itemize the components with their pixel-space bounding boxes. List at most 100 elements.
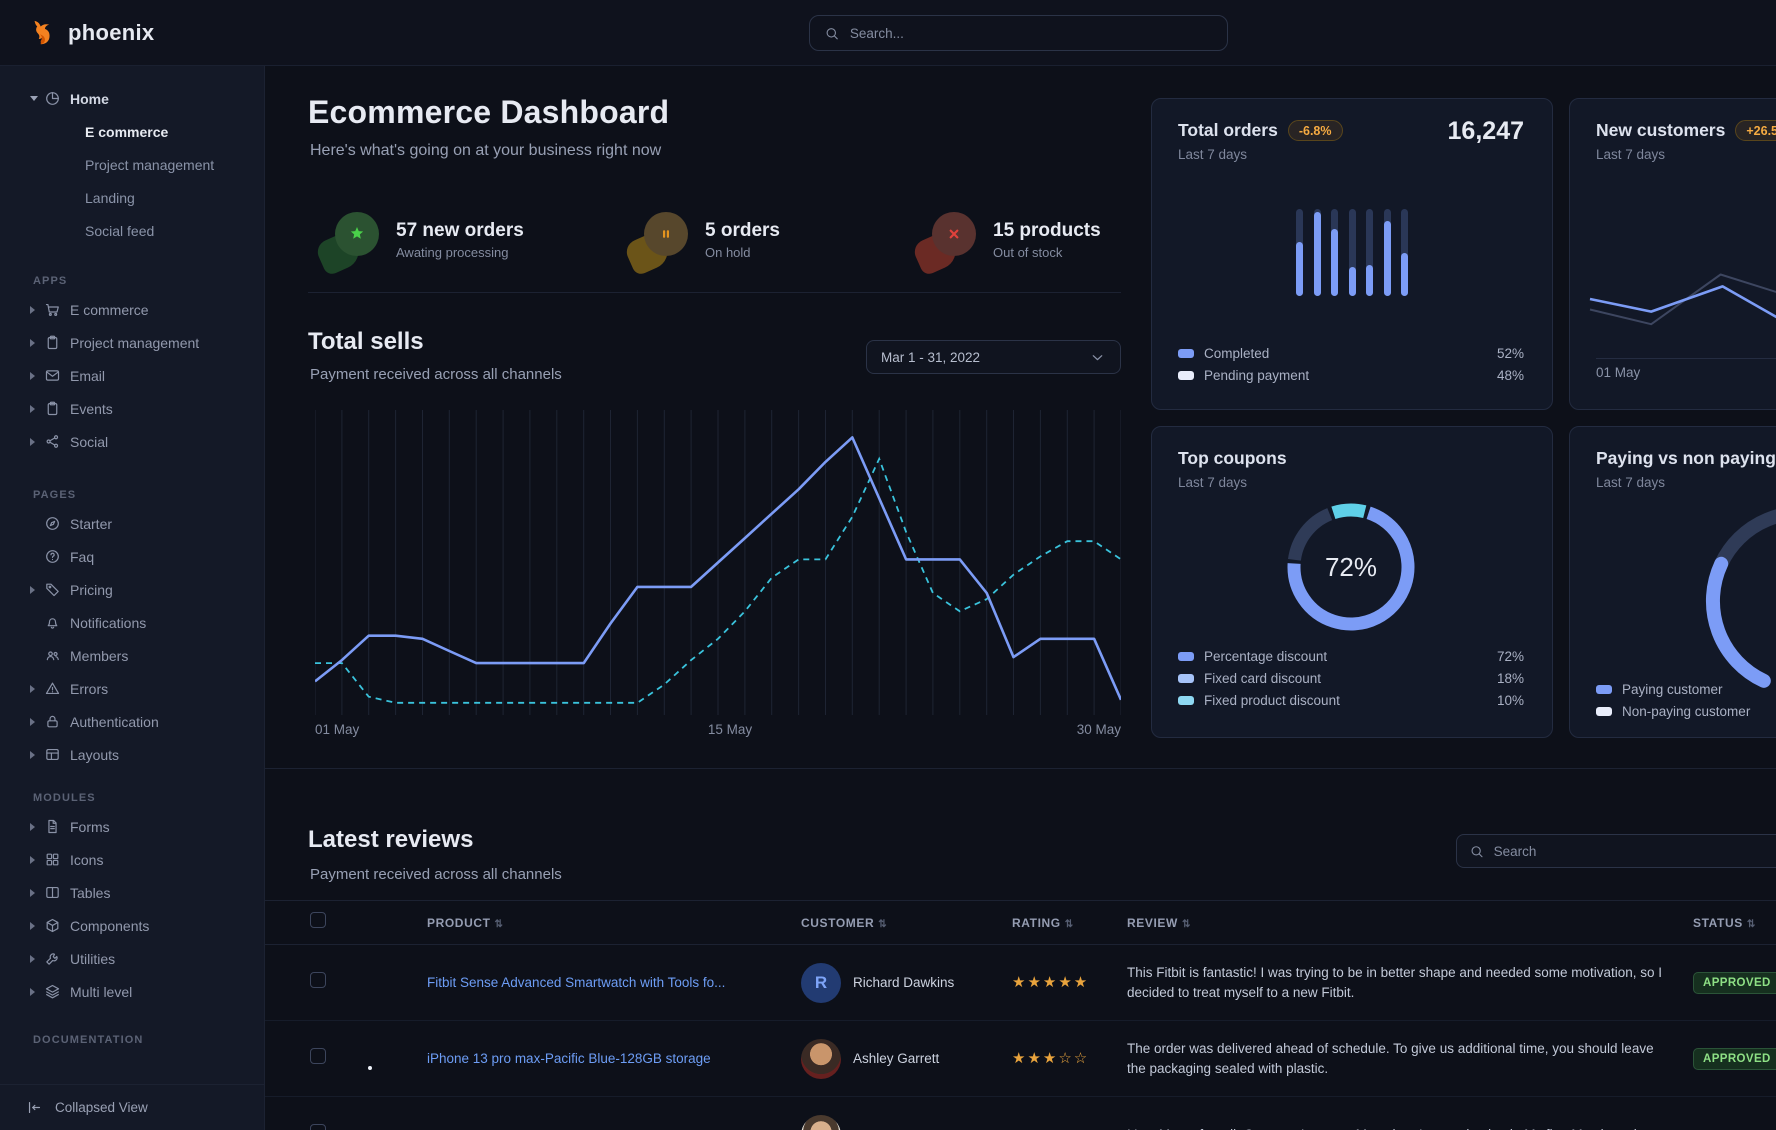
brand-logo[interactable]: phoenix <box>28 18 154 48</box>
avatar <box>801 1115 841 1130</box>
sidebar-item-multi-level[interactable]: Multi level <box>0 975 264 1008</box>
pie-icon <box>44 90 61 107</box>
top-coupons-card: Top coupons Last 7 days 72% Percentage d… <box>1151 426 1553 738</box>
total-orders-card: Total orders -6.8% Last 7 days 16,247 Co… <box>1151 98 1553 410</box>
row-checkbox[interactable] <box>310 972 326 988</box>
legend-row: Percentage discount 72% <box>1178 645 1524 667</box>
legend-swatch <box>1178 696 1194 705</box>
orders-bar-chart <box>1152 209 1552 296</box>
legend-value: 48% <box>1497 368 1524 383</box>
sidebar-item-tables[interactable]: Tables <box>0 876 264 909</box>
sidebar-item-utilities[interactable]: Utilities <box>0 942 264 975</box>
date-range-select[interactable]: Mar 1 - 31, 2022 <box>866 340 1121 374</box>
collapsed-view-toggle[interactable]: Collapsed View <box>0 1084 264 1130</box>
sidebar-subitem-landing[interactable]: Landing <box>0 181 264 214</box>
legend-swatch <box>1178 349 1194 358</box>
column-header-customer[interactable]: CUSTOMER⇅ <box>801 916 1012 930</box>
reviews-search-input[interactable] <box>1494 844 1773 859</box>
global-search <box>809 15 1228 51</box>
star-icon <box>347 224 367 244</box>
reviews-table: PRODUCT⇅CUSTOMER⇅RATING⇅REVIEW⇅STATUS⇅ F… <box>265 900 1776 1130</box>
sidebar-item-pricing[interactable]: Pricing <box>0 573 264 606</box>
caret-right-icon <box>30 856 44 864</box>
select-all-checkbox[interactable] <box>310 912 326 928</box>
file-icon <box>44 818 61 835</box>
sidebar-item-home[interactable]: Home <box>0 82 264 115</box>
stat-value: 5 orders <box>705 220 780 242</box>
legend-value: 72% <box>1497 649 1524 664</box>
global-search-input[interactable] <box>850 26 1213 41</box>
sidebar-item-layouts[interactable]: Layouts <box>0 738 264 771</box>
sidebar-item-faq[interactable]: Faq <box>0 540 264 573</box>
sidebar-item-errors[interactable]: Errors <box>0 672 264 705</box>
current-line <box>1590 286 1776 327</box>
column-header-product[interactable]: PRODUCT⇅ <box>427 916 801 930</box>
sidebar-subitem-social-feed[interactable]: Social feed <box>0 214 264 247</box>
reviews-search <box>1456 834 1776 868</box>
sidebar-item-forms[interactable]: Forms <box>0 810 264 843</box>
sidebar-item-events[interactable]: Events <box>0 392 264 425</box>
avatar <box>801 1039 841 1079</box>
legend-swatch <box>1178 371 1194 380</box>
clipboard-icon <box>44 334 61 351</box>
caret-right-icon <box>30 405 44 413</box>
divider <box>265 768 1776 769</box>
legend-row: Fixed product discount 10% <box>1178 689 1524 711</box>
total-sells-subtitle: Payment received across all channels <box>310 366 562 383</box>
paying-card: Paying vs non paying Last 7 days Paying … <box>1569 426 1776 738</box>
table-header: PRODUCT⇅CUSTOMER⇅RATING⇅REVIEW⇅STATUS⇅ <box>265 900 1776 945</box>
sidebar-subitem-e-commerce[interactable]: E commerce <box>0 115 264 148</box>
x-label-mid: 15 May <box>708 722 752 737</box>
legend-label: Non-paying customer <box>1622 704 1750 719</box>
stat-value: 15 products <box>993 220 1101 242</box>
sidebar-item-members[interactable]: Members <box>0 639 264 672</box>
sidebar-item-email[interactable]: Email <box>0 359 264 392</box>
rating-stars: ★★★☆☆ <box>1012 1050 1089 1067</box>
change-badge: -6.8% <box>1288 120 1343 141</box>
sidebar-item-e-commerce[interactable]: E commerce <box>0 293 264 326</box>
bar <box>1366 209 1373 296</box>
legend-label: Percentage discount <box>1204 649 1327 664</box>
sidebar-subitem-project-management[interactable]: Project management <box>0 148 264 181</box>
product-link[interactable]: iPhone 13 pro max-Pacific Blue-128GB sto… <box>427 1051 735 1066</box>
sidebar-item-components[interactable]: Components <box>0 909 264 942</box>
sidebar-item-notifications[interactable]: Notifications <box>0 606 264 639</box>
sidebar-item-starter[interactable]: Starter <box>0 507 264 540</box>
brand-name: phoenix <box>68 20 154 46</box>
sidebar-item-social[interactable]: Social <box>0 425 264 458</box>
sidebar-item-authentication[interactable]: Authentication <box>0 705 264 738</box>
x-icon <box>944 224 964 244</box>
caret-right-icon <box>30 586 44 594</box>
sidebar-item-project-management[interactable]: Project management <box>0 326 264 359</box>
sort-icon: ⇅ <box>1747 919 1756 930</box>
x-label-right: 30 May <box>1077 722 1121 737</box>
product-link[interactable] <box>427 1127 451 1130</box>
card-period: Last 7 days <box>1178 147 1247 162</box>
column-header-rating[interactable]: RATING⇅ <box>1012 916 1127 930</box>
legend-label: Paying customer <box>1622 682 1723 697</box>
grid-icon <box>44 851 61 868</box>
stat-label: Out of stock <box>993 245 1101 260</box>
share-icon <box>44 433 61 450</box>
layout-icon <box>44 746 61 763</box>
sidebar-item-icons[interactable]: Icons <box>0 843 264 876</box>
total-sells-chart <box>315 410 1121 715</box>
chevron-down-icon <box>1089 349 1106 366</box>
row-checkbox[interactable] <box>310 1048 326 1064</box>
product-link[interactable]: Fitbit Sense Advanced Smartwatch with To… <box>427 975 749 990</box>
legend-swatch <box>1596 707 1612 716</box>
bar <box>1314 209 1321 296</box>
legend-value: 52% <box>1497 346 1524 361</box>
compass-icon <box>44 515 61 532</box>
warning-icon <box>44 680 61 697</box>
column-header-review[interactable]: REVIEW⇅ <box>1127 916 1693 930</box>
new-customers-card: New customers +26.5% Last 7 days 01 May <box>1569 98 1776 410</box>
stat-icon-wrap <box>632 212 688 268</box>
column-header-status[interactable]: STATUS⇅ <box>1693 916 1776 930</box>
caret-right-icon <box>30 988 44 996</box>
row-checkbox[interactable] <box>310 1124 326 1130</box>
sort-icon: ⇅ <box>878 919 887 930</box>
sidebar-section-apps: APPS <box>0 269 264 293</box>
caret-right-icon <box>30 438 44 446</box>
sort-icon: ⇅ <box>495 919 504 930</box>
